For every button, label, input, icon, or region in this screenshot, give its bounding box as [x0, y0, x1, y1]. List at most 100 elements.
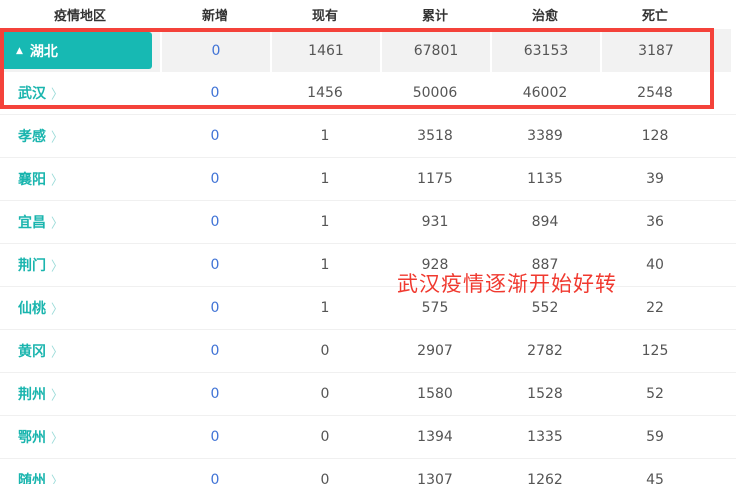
region-cell[interactable]: ▲ 湖北 — [0, 29, 160, 72]
cured-cases-value: 46002 — [523, 85, 568, 101]
table-row-province[interactable]: ▲ 湖北 0 1461 67801 63153 3187 — [0, 29, 736, 72]
new-cases-link[interactable]: 0 — [211, 343, 220, 359]
new-cases-cell[interactable]: 0 — [160, 416, 270, 458]
new-cases-cell[interactable]: 0 — [160, 330, 270, 372]
column-header-dead: 死亡 — [600, 5, 710, 24]
region-name-link[interactable]: 宜昌 — [18, 212, 46, 232]
row-filler — [710, 416, 731, 458]
new-cases-link[interactable]: 0 — [211, 257, 220, 273]
region-name-link[interactable]: 襄阳 — [18, 169, 46, 189]
region-cell[interactable]: 襄阳 〉 — [0, 158, 160, 200]
table-row[interactable]: 荆门 〉 0 1 928 887 40 — [0, 244, 736, 287]
total-cases-value: 3518 — [417, 128, 453, 144]
region-name-link[interactable]: 黄冈 — [18, 341, 46, 361]
new-cases-link[interactable]: 0 — [211, 128, 220, 144]
new-cases-cell[interactable]: 0 — [160, 72, 270, 114]
chevron-right-icon: 〉 — [51, 127, 63, 146]
new-cases-link[interactable]: 0 — [212, 43, 221, 59]
death-cases-cell: 52 — [600, 373, 710, 415]
new-cases-link[interactable]: 0 — [211, 171, 220, 187]
death-cases-cell: 36 — [600, 201, 710, 243]
total-cases-cell: 3518 — [380, 115, 490, 157]
new-cases-link[interactable]: 0 — [211, 429, 220, 445]
region-cell[interactable]: 荆州 〉 — [0, 373, 160, 415]
total-cases-value: 1580 — [417, 386, 453, 402]
region-name-link[interactable]: 鄂州 — [18, 427, 46, 447]
table-row[interactable]: 武汉 〉 0 1456 50006 46002 2548 — [0, 72, 736, 115]
table-row[interactable]: 鄂州 〉 0 0 1394 1335 59 — [0, 416, 736, 459]
total-cases-value: 67801 — [414, 43, 459, 59]
new-cases-link[interactable]: 0 — [211, 85, 220, 101]
region-name-link[interactable]: 荆州 — [18, 384, 46, 404]
total-cases-cell: 1394 — [380, 416, 490, 458]
new-cases-cell[interactable]: 0 — [160, 115, 270, 157]
region-cell[interactable]: 鄂州 〉 — [0, 416, 160, 458]
table-row[interactable]: 黄冈 〉 0 0 2907 2782 125 — [0, 330, 736, 373]
current-cases-cell: 1 — [270, 201, 380, 243]
new-cases-link[interactable]: 0 — [211, 300, 220, 316]
table-row[interactable]: 宜昌 〉 0 1 931 894 36 — [0, 201, 736, 244]
region-cell[interactable]: 宜昌 〉 — [0, 201, 160, 243]
row-filler — [710, 201, 731, 243]
table-row[interactable]: 孝感 〉 0 1 3518 3389 128 — [0, 115, 736, 158]
new-cases-cell[interactable]: 0 — [160, 373, 270, 415]
region-name-link[interactable]: 武汉 — [18, 83, 46, 103]
new-cases-link[interactable]: 0 — [211, 386, 220, 402]
table-row[interactable]: 襄阳 〉 0 1 1175 1135 39 — [0, 158, 736, 201]
current-cases-value: 0 — [321, 386, 330, 402]
province-chip[interactable]: ▲ 湖北 — [0, 32, 152, 69]
death-cases-value: 128 — [642, 128, 669, 144]
total-cases-cell: 67801 — [380, 29, 490, 72]
new-cases-cell[interactable]: 0 — [160, 459, 270, 484]
cured-cases-cell: 1335 — [490, 416, 600, 458]
region-cell[interactable]: 随州 〉 — [0, 459, 160, 484]
new-cases-link[interactable]: 0 — [211, 214, 220, 230]
chevron-right-icon: 〉 — [51, 170, 63, 189]
region-name-link[interactable]: 随州 — [18, 470, 46, 484]
cured-cases-cell: 2782 — [490, 330, 600, 372]
total-cases-value: 1175 — [417, 171, 453, 187]
total-cases-value: 1307 — [417, 472, 453, 484]
death-cases-cell: 59 — [600, 416, 710, 458]
region-cell[interactable]: 黄冈 〉 — [0, 330, 160, 372]
table-row[interactable]: 荆州 〉 0 0 1580 1528 52 — [0, 373, 736, 416]
column-header-new: 新增 — [160, 5, 270, 24]
region-cell[interactable]: 孝感 〉 — [0, 115, 160, 157]
region-cell[interactable]: 荆门 〉 — [0, 244, 160, 286]
row-filler — [710, 373, 731, 415]
new-cases-cell[interactable]: 0 — [160, 244, 270, 286]
region-name-link[interactable]: 孝感 — [18, 126, 46, 146]
annotation-text: 武汉疫情逐渐开始好转 — [397, 268, 617, 298]
current-cases-cell: 0 — [270, 330, 380, 372]
cured-cases-value: 1528 — [527, 386, 563, 402]
new-cases-cell[interactable]: 0 — [160, 158, 270, 200]
new-cases-cell[interactable]: 0 — [160, 29, 270, 72]
cured-cases-value: 1262 — [527, 472, 563, 484]
current-cases-cell: 1 — [270, 244, 380, 286]
total-cases-value: 575 — [422, 300, 449, 316]
new-cases-cell[interactable]: 0 — [160, 201, 270, 243]
row-filler — [710, 330, 731, 372]
region-name-link[interactable]: 仙桃 — [18, 298, 46, 318]
region-name-link[interactable]: 荆门 — [18, 255, 46, 275]
cured-cases-value: 552 — [532, 300, 559, 316]
column-header-region: 疫情地区 — [0, 5, 160, 24]
death-cases-value: 40 — [646, 257, 664, 273]
death-cases-value: 3187 — [638, 43, 674, 59]
current-cases-value: 1 — [321, 300, 330, 316]
new-cases-cell[interactable]: 0 — [160, 287, 270, 329]
table-row[interactable]: 仙桃 〉 0 1 575 552 22 — [0, 287, 736, 330]
cured-cases-value: 3389 — [527, 128, 563, 144]
column-header-cured: 治愈 — [490, 5, 600, 24]
cured-cases-value: 2782 — [527, 343, 563, 359]
death-cases-value: 45 — [646, 472, 664, 484]
epidemic-table-page: 疫情地区 新增 现有 累计 治愈 死亡 ▲ 湖北 0 1461 67801 63… — [0, 0, 743, 484]
table-row[interactable]: 随州 〉 0 0 1307 1262 45 — [0, 459, 736, 484]
death-cases-value: 22 — [646, 300, 664, 316]
column-header-current: 现有 — [270, 5, 380, 24]
new-cases-link[interactable]: 0 — [211, 472, 220, 484]
region-cell[interactable]: 仙桃 〉 — [0, 287, 160, 329]
chevron-right-icon: 〉 — [51, 299, 63, 318]
row-filler — [710, 244, 731, 286]
region-cell[interactable]: 武汉 〉 — [0, 72, 160, 114]
